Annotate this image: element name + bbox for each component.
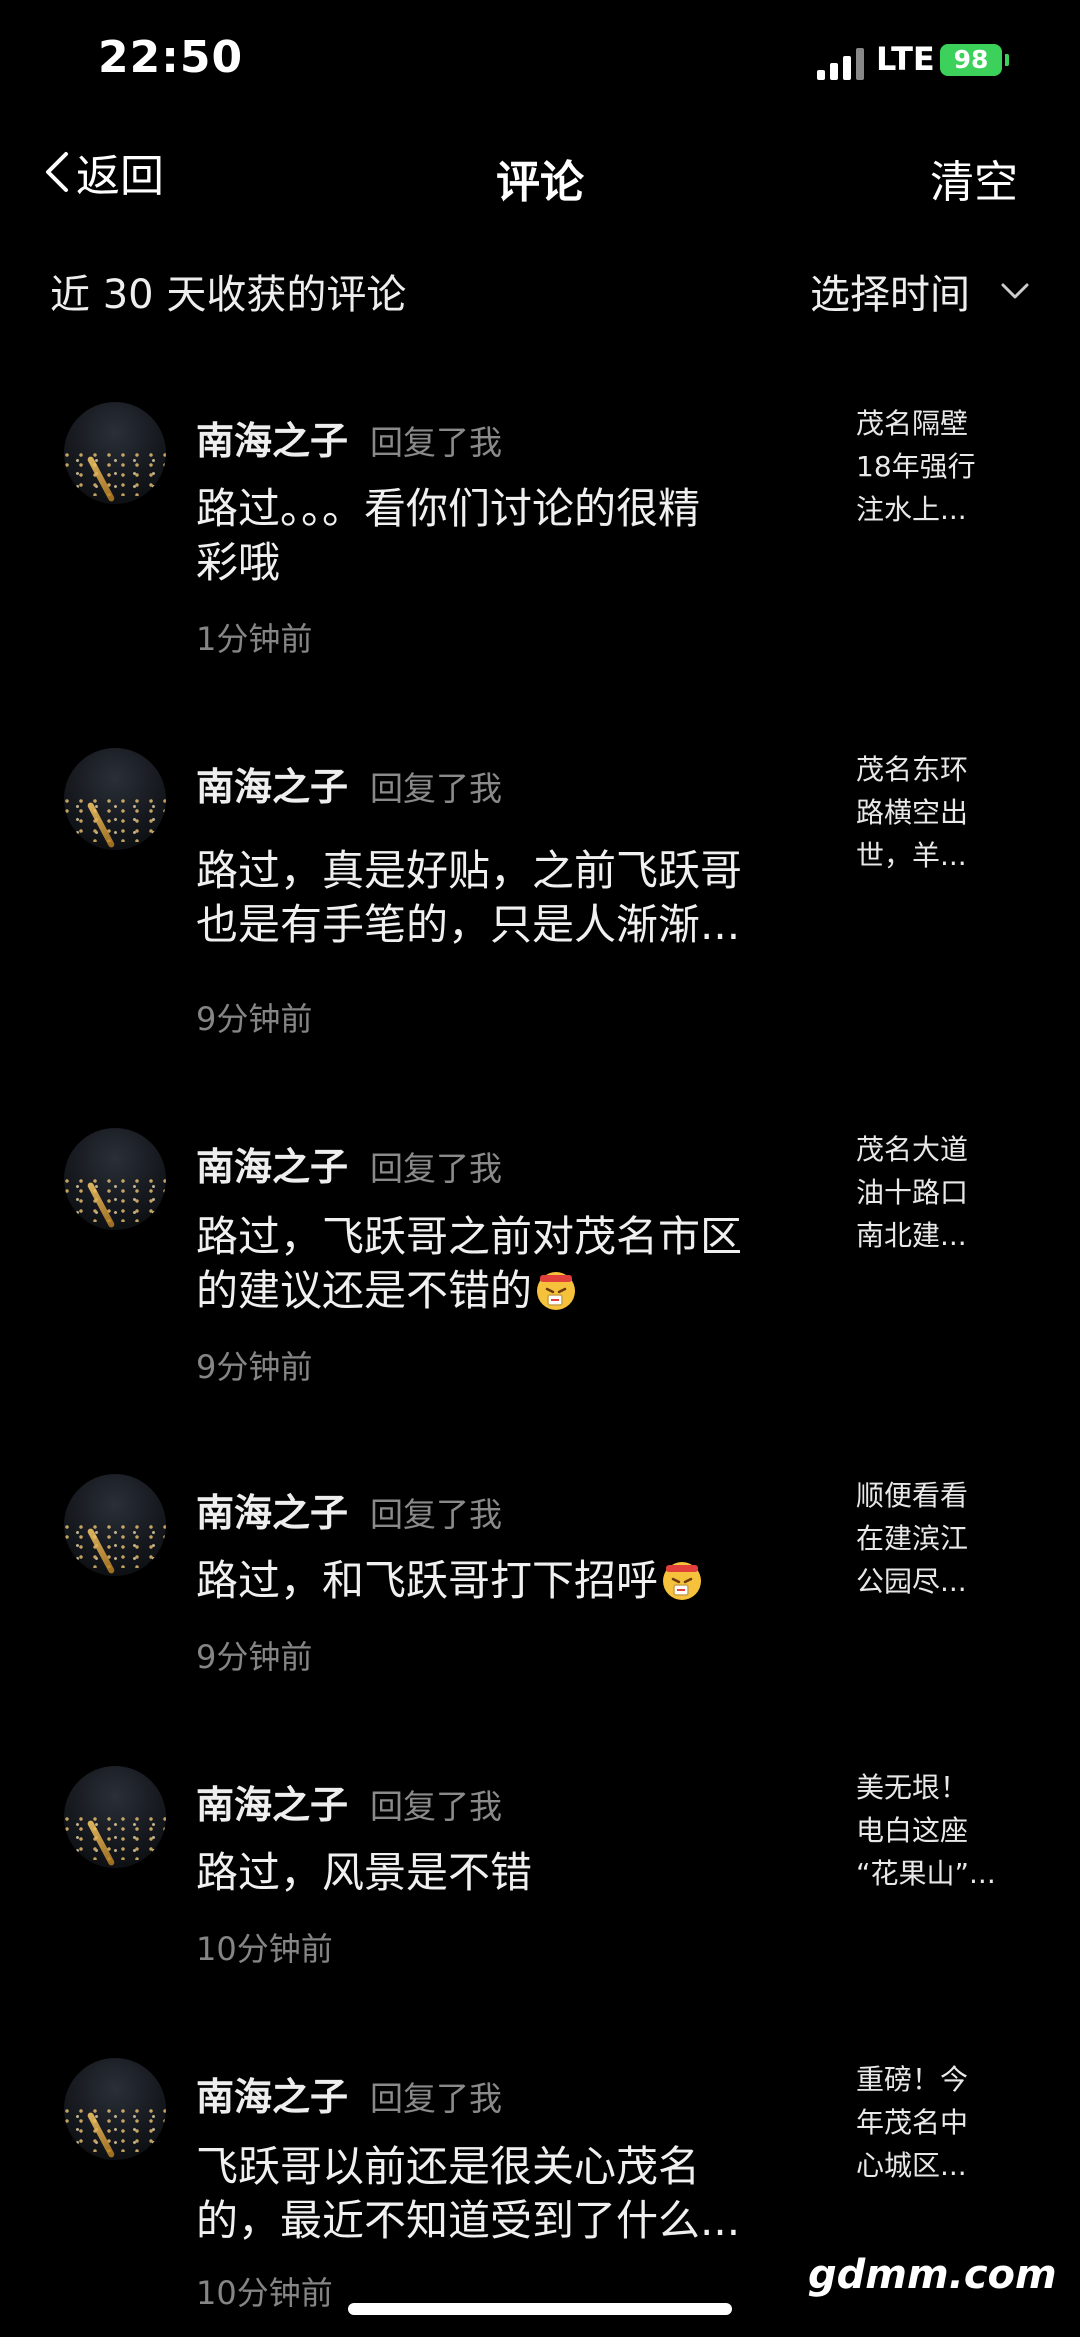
status-time: 22:50: [98, 32, 244, 83]
comment-text-line: 飞跃哥以前还是很关心茂名: [196, 2142, 701, 2191]
comment-time: 9分钟前: [196, 1348, 313, 1386]
period-label: 近 30 天收获的评论: [50, 272, 407, 318]
video-title-line: 年茂名中: [856, 2106, 969, 2139]
video-title[interactable]: 重磅！今 年茂名中 心城区...: [856, 2058, 1006, 2187]
video-title-line: 公园尽...: [856, 1565, 967, 1598]
comment-text-line: 路过。。。看你们讨论的很精: [196, 484, 701, 533]
video-title-line: 茂名隔壁: [856, 407, 969, 440]
comment-text-line: 路过，真是好贴，之前飞跃哥: [196, 846, 743, 895]
video-title-line: 电白这座: [856, 1814, 969, 1847]
comment-time: 10分钟前: [196, 2274, 333, 2312]
comment-username[interactable]: 南海之子: [196, 756, 348, 811]
comment-item[interactable]: 南海之子 回复了我 路过，飞跃哥之前对茂名市区 的建议还是不错的 9分钟前 茂名…: [0, 1128, 1080, 1388]
nav-bar: 返回 评论 清空: [0, 130, 1080, 220]
comment-time: 1分钟前: [196, 620, 313, 658]
video-title[interactable]: 顺便看看 在建滨江 公园尽...: [856, 1474, 1006, 1603]
video-title[interactable]: 美无垠！ 电白这座 “花果山”...: [856, 1766, 1006, 1895]
comment-item[interactable]: 南海之子 回复了我 路过，真是好贴，之前飞跃哥 也是有手笔的，只是人渐渐... …: [0, 748, 1080, 1048]
comment-action: 回复了我: [370, 1495, 502, 1534]
video-title-line: 在建滨江: [856, 1522, 969, 1555]
comment-text-line: 路过，风景是不错: [196, 1848, 533, 1897]
comment-text-line: 的，最近不知道受到了什么...: [196, 2196, 741, 2245]
comment-action: 回复了我: [370, 1787, 502, 1826]
comment-item[interactable]: 南海之子 回复了我 路过。。。看你们讨论的很精 彩哦 1分钟前 茂名隔壁 18年…: [0, 402, 1080, 662]
comment-item[interactable]: 南海之子 回复了我 路过，风景是不错 10分钟前 美无垠！ 电白这座 “花果山”…: [0, 1766, 1080, 1986]
comment-text-line: 彩哦: [196, 538, 281, 587]
comment-username[interactable]: 南海之子: [196, 1482, 348, 1537]
battery-indicator: 98: [940, 44, 1002, 76]
clear-button[interactable]: 清空: [930, 146, 1018, 210]
comment-text-line: 也是有手笔的，只是人渐渐...: [196, 900, 741, 949]
video-title[interactable]: 茂名隔壁 18年强行 注水上...: [856, 402, 1006, 531]
video-title-line: 重磅！今: [856, 2063, 969, 2096]
video-title-line: 茂名大道: [856, 1133, 969, 1166]
chevron-down-icon: [1001, 283, 1029, 299]
comment-text: 路过。。。看你们讨论的很精 彩哦: [196, 482, 806, 590]
comment-action: 回复了我: [370, 423, 502, 462]
time-picker[interactable]: 选择时间: [810, 262, 1030, 320]
comment-text: 飞跃哥以前还是很关心茂名 的，最近不知道受到了什么...: [196, 2140, 806, 2248]
comment-text-line: 路过，和飞跃哥打下招呼: [196, 1556, 659, 1605]
comment-username[interactable]: 南海之子: [196, 410, 348, 465]
video-title-line: 世，羊...: [856, 839, 967, 872]
battery-tip: [1005, 54, 1009, 66]
avatar[interactable]: [64, 1766, 166, 1868]
avatar[interactable]: [64, 1128, 166, 1230]
comment-text: 路过，真是好贴，之前飞跃哥 也是有手笔的，只是人渐渐...: [196, 844, 806, 952]
avatar[interactable]: [64, 748, 166, 850]
comment-text-line: 路过，飞跃哥之前对茂名市区: [196, 1212, 743, 1261]
comment-username[interactable]: 南海之子: [196, 2066, 348, 2121]
comment-action: 回复了我: [370, 1149, 502, 1188]
comment-text: 路过，风景是不错: [196, 1846, 806, 1900]
comment-username[interactable]: 南海之子: [196, 1136, 348, 1191]
video-title-line: 茂名东环: [856, 753, 969, 786]
emoji-icon: [663, 1562, 702, 1600]
video-title-line: 心城区...: [856, 2149, 967, 2182]
avatar[interactable]: [64, 2058, 166, 2160]
avatar[interactable]: [64, 402, 166, 504]
comment-text: 路过，和飞跃哥打下招呼: [196, 1554, 806, 1608]
video-title-line: 美无垠！: [856, 1771, 969, 1804]
watermark: gdmm.com: [808, 2252, 1057, 2298]
emoji-icon: [537, 1272, 576, 1310]
comment-time: 9分钟前: [196, 1638, 313, 1676]
status-bar: 22:50 LTE 98: [0, 0, 1080, 120]
comment-time: 10分钟前: [196, 1930, 333, 1968]
comment-item[interactable]: 南海之子 回复了我 路过，和飞跃哥打下招呼 9分钟前 顺便看看 在建滨江 公园尽…: [0, 1474, 1080, 1694]
comment-action: 回复了我: [370, 769, 502, 808]
avatar[interactable]: [64, 1474, 166, 1576]
video-title-line: 18年强行: [856, 450, 976, 483]
comment-time: 9分钟前: [196, 1000, 313, 1038]
comment-text-line: 的建议还是不错的: [196, 1266, 533, 1315]
network-label: LTE: [876, 40, 935, 78]
video-title-line: 油十路口: [856, 1176, 969, 1209]
comment-action: 回复了我: [370, 2079, 502, 2118]
video-title-line: 南北建...: [856, 1219, 967, 1252]
video-title[interactable]: 茂名大道 油十路口 南北建...: [856, 1128, 1006, 1257]
filter-row: 近 30 天收获的评论 选择时间: [0, 258, 1080, 322]
comment-text: 路过，飞跃哥之前对茂名市区 的建议还是不错的: [196, 1210, 806, 1318]
video-title-line: 顺便看看: [856, 1479, 969, 1512]
video-title-line: “花果山”...: [856, 1857, 996, 1890]
signal-icon: [817, 46, 867, 80]
video-title-line: 注水上...: [856, 493, 967, 526]
page-title: 评论: [496, 157, 584, 208]
comment-username[interactable]: 南海之子: [196, 1774, 348, 1829]
video-title-line: 路横空出: [856, 796, 969, 829]
video-title[interactable]: 茂名东环 路横空出 世，羊...: [856, 748, 1006, 877]
home-indicator[interactable]: [348, 2303, 732, 2315]
comment-text-line-with-emoji: 的建议还是不错的: [196, 1264, 806, 1318]
time-picker-label: 选择时间: [810, 272, 970, 318]
comment-text-line-with-emoji: 路过，和飞跃哥打下招呼: [196, 1554, 806, 1608]
